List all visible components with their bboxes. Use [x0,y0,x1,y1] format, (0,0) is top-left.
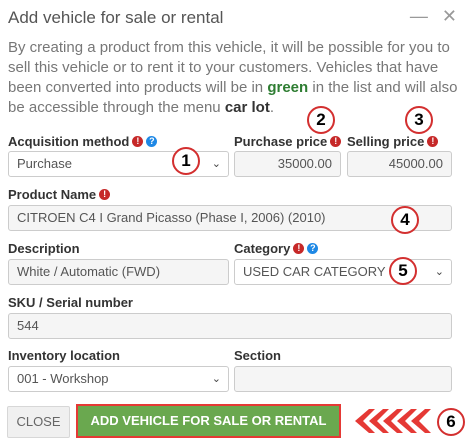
category-select[interactable]: USED CAR CATEGORY ⌄ [234,259,452,285]
intro-green-word: green [267,79,309,96]
intro-menu-name: car lot [224,99,270,116]
inventory-location-value: 001 - Workshop [17,371,109,386]
annotation-marker-5: 5 [389,257,417,285]
annotation-marker-6: 6 [437,408,465,436]
category-value: USED CAR CATEGORY [243,264,386,279]
close-icon[interactable]: ✕ [442,6,457,27]
window-controls: — ✕ [410,6,457,27]
help-icon[interactable]: ? [146,136,158,147]
close-button[interactable]: CLOSE [7,406,70,438]
annotation-marker-3: 3 [405,106,433,134]
chevron-down-icon: ⌄ [434,266,444,278]
required-icon: ! [427,136,439,147]
section-input[interactable] [234,366,452,392]
sku-label: SKU / Serial number [8,295,133,310]
section-label: Section [234,348,281,363]
pointer-arrows-icon [355,409,431,433]
chevron-down-icon: ⌄ [211,158,221,170]
required-icon: ! [132,136,144,147]
chevron-down-icon: ⌄ [211,373,221,385]
required-icon: ! [330,136,342,147]
inventory-location-select[interactable]: 001 - Workshop ⌄ [8,366,229,392]
purchase-price-label: Purchase price ! [234,134,342,149]
product-name-label: Product Name ! [8,187,111,202]
required-icon: ! [293,243,305,254]
description-input[interactable]: White / Automatic (FWD) [8,259,229,285]
selling-price-label: Selling price ! [347,134,439,149]
minimize-icon[interactable]: — [410,6,428,27]
description-label: Description [8,241,80,256]
inventory-location-label-text: Inventory location [8,348,120,363]
category-label-text: Category [234,241,291,256]
annotation-marker-1: 1 [172,147,200,175]
inventory-location-label: Inventory location [8,348,120,363]
section-label-text: Section [234,348,281,363]
help-icon[interactable]: ? [307,243,319,254]
acquisition-method-label-text: Acquisition method [8,134,130,149]
annotation-marker-2: 2 [307,106,335,134]
acquisition-method-value: Purchase [17,156,72,171]
selling-price-input[interactable]: 45000.00 [347,151,452,177]
required-icon: ! [99,189,111,200]
add-vehicle-dialog: Add vehicle for sale or rental — ✕ By cr… [0,0,471,445]
category-label: Category ! ? [234,241,319,256]
description-label-text: Description [8,241,80,256]
product-name-input[interactable]: CITROEN C4 I Grand Picasso (Phase I, 200… [8,205,452,231]
selling-price-label-text: Selling price [347,134,425,149]
purchase-price-label-text: Purchase price [234,134,328,149]
acquisition-method-label: Acquisition method ! ? [8,134,158,149]
intro-part3: . [269,99,274,116]
product-name-label-text: Product Name [8,187,97,202]
annotation-marker-4: 4 [391,206,419,234]
dialog-title: Add vehicle for sale or rental [8,8,224,27]
purchase-price-input[interactable]: 35000.00 [234,151,341,177]
sku-input[interactable]: 544 [8,313,452,339]
add-vehicle-button[interactable]: ADD VEHICLE FOR SALE OR RENTAL [76,404,341,438]
sku-label-text: SKU / Serial number [8,295,133,310]
intro-text: By creating a product from this vehicle,… [8,38,466,118]
